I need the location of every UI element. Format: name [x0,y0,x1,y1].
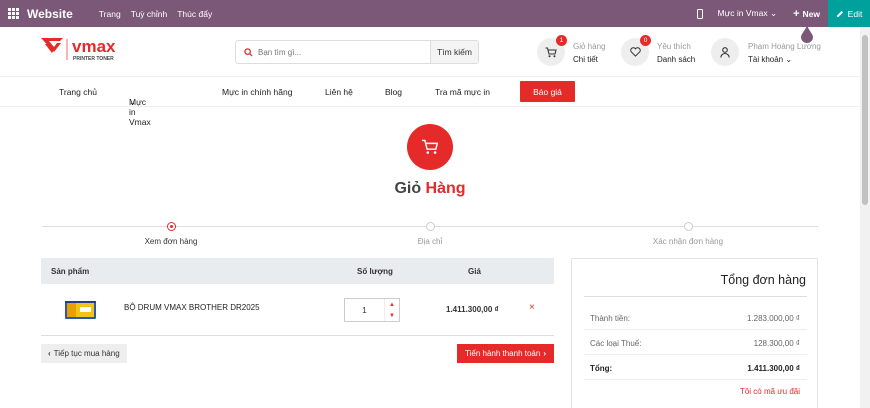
chevron-down-icon: ⌄ [769,8,778,18]
quantity-stepper: 1 ▲ ▼ [344,298,400,322]
remove-item-icon[interactable]: × [529,302,535,313]
scrollbar-thumb[interactable] [862,35,868,205]
cart-button[interactable]: 1 [537,35,567,66]
product-image[interactable] [64,298,97,322]
site-header: vmax PRINTER TONER Tìm kiếm 1 Giỏ hàng C… [0,27,860,77]
main-nav: Trang chủ Mực in Vmax ⌄ Mực in chính hãn… [0,77,860,127]
promo-code-link[interactable]: Tôi có mã ưu đãi [740,387,800,396]
continue-shopping-button[interactable]: ‹ Tiếp tục mua hàng [41,344,127,363]
account-button[interactable] [711,38,739,66]
col-price: Giá [468,267,481,276]
nav-item-contact[interactable]: Liên hệ [325,87,353,97]
search-icon [244,47,253,57]
summary-subtotal-row: Thành tiền: 1.283.000,00 ₫ [590,314,800,323]
pencil-icon [836,10,843,17]
user-icon [720,46,730,58]
plus-icon: + [793,7,800,20]
cart-icon [545,46,557,57]
col-quantity: Số lượng [357,267,393,276]
topbar-menu-customize[interactable]: Tuỳ chỉnh [131,9,168,19]
summary-divider [584,296,807,297]
page-scrollbar[interactable] [860,27,870,408]
page-title: Giỏ Hàng [394,180,466,197]
cart-link[interactable]: Giỏ hàng Chi tiết [573,40,605,66]
wishlist-count-badge: 0 [640,35,651,46]
product-name[interactable]: BỘ DRUM VMAX BROTHER DR2025 [124,303,260,312]
apps-menu-icon[interactable] [0,0,27,27]
step-review-label: Xem đơn hàng [144,237,198,246]
svg-text:vmax: vmax [72,37,116,56]
search-bar: Tìm kiếm [235,40,479,64]
website-topbar: Website Trang Tuỳ chỉnh Thúc đẩy Mực in … [0,0,870,27]
topbar-menu-promote[interactable]: Thúc đẩy [177,9,212,19]
quote-button[interactable]: Báo giá [520,81,575,102]
quantity-increase-icon[interactable]: ▲ [389,302,395,308]
wishlist-link[interactable]: Yêu thích Danh sách [657,40,695,66]
new-button[interactable]: + New [793,8,820,20]
step-review-dot [167,222,176,231]
vmax-logo[interactable]: vmax PRINTER TONER [41,36,151,64]
step-address-label: Địa chỉ [417,237,443,246]
nav-item-genuine-ink[interactable]: Mực in chính hãng [222,87,292,97]
chevron-down-icon: ⌄ [785,55,793,64]
nav-item-ink-lookup[interactable]: Tra mã mực in [435,87,490,97]
quantity-decrease-icon[interactable]: ▼ [389,313,395,319]
summary-row-divider [584,354,807,355]
search-input[interactable] [258,47,408,57]
order-summary: Tổng đơn hàng Thành tiền: 1.283.000,00 ₫ … [571,258,818,408]
account-link[interactable]: Phạm Hoàng Lương Tài khoản ⌄ [748,40,821,66]
summary-row-divider [584,329,807,330]
chevron-down-icon: ⌄ [129,97,137,107]
cart-count-badge: 1 [556,35,567,46]
nav-item-home[interactable]: Trang chủ [59,87,97,97]
summary-tax-row: Các loại Thuế: 128.300,00 ₫ [590,339,800,348]
table-row: BỘ DRUM VMAX BROTHER DR2025 1 ▲ ▼ 1.411.… [41,284,554,336]
svg-text:PRINTER TONER: PRINTER TONER [73,56,114,62]
site-switcher[interactable]: Mực in Vmax ⌄ [717,8,777,19]
quantity-input[interactable]: 1 [345,299,385,321]
step-confirm-dot [684,222,693,231]
cart-table-header: Sản phẩm Số lượng Giá [41,258,554,284]
wishlist-button[interactable]: 0 [621,35,651,66]
line-price: 1.411.300,00 ₫ [446,305,499,314]
checkout-button[interactable]: Tiến hành thanh toán › [457,344,554,363]
mobile-preview-icon[interactable] [697,8,704,19]
summary-title: Tổng đơn hàng [720,273,806,287]
summary-total-row: Tổng: 1.411.300,00 ₫ [590,364,800,373]
col-product: Sản phẩm [51,267,90,276]
nav-item-blog[interactable]: Blog [385,87,402,97]
chevron-left-icon: ‹ [48,349,51,358]
cart-hero-icon [407,124,453,170]
chevron-right-icon: › [543,349,546,358]
step-address-dot [426,222,435,231]
website-brand[interactable]: Website [27,7,73,21]
search-button[interactable]: Tìm kiếm [430,41,478,63]
step-confirm-label: Xác nhận đơn hàng [652,237,724,246]
heart-icon [629,47,641,57]
edit-button[interactable]: Edit [828,0,870,27]
summary-row-divider [584,379,807,380]
topbar-menu-pages[interactable]: Trang [99,9,121,19]
